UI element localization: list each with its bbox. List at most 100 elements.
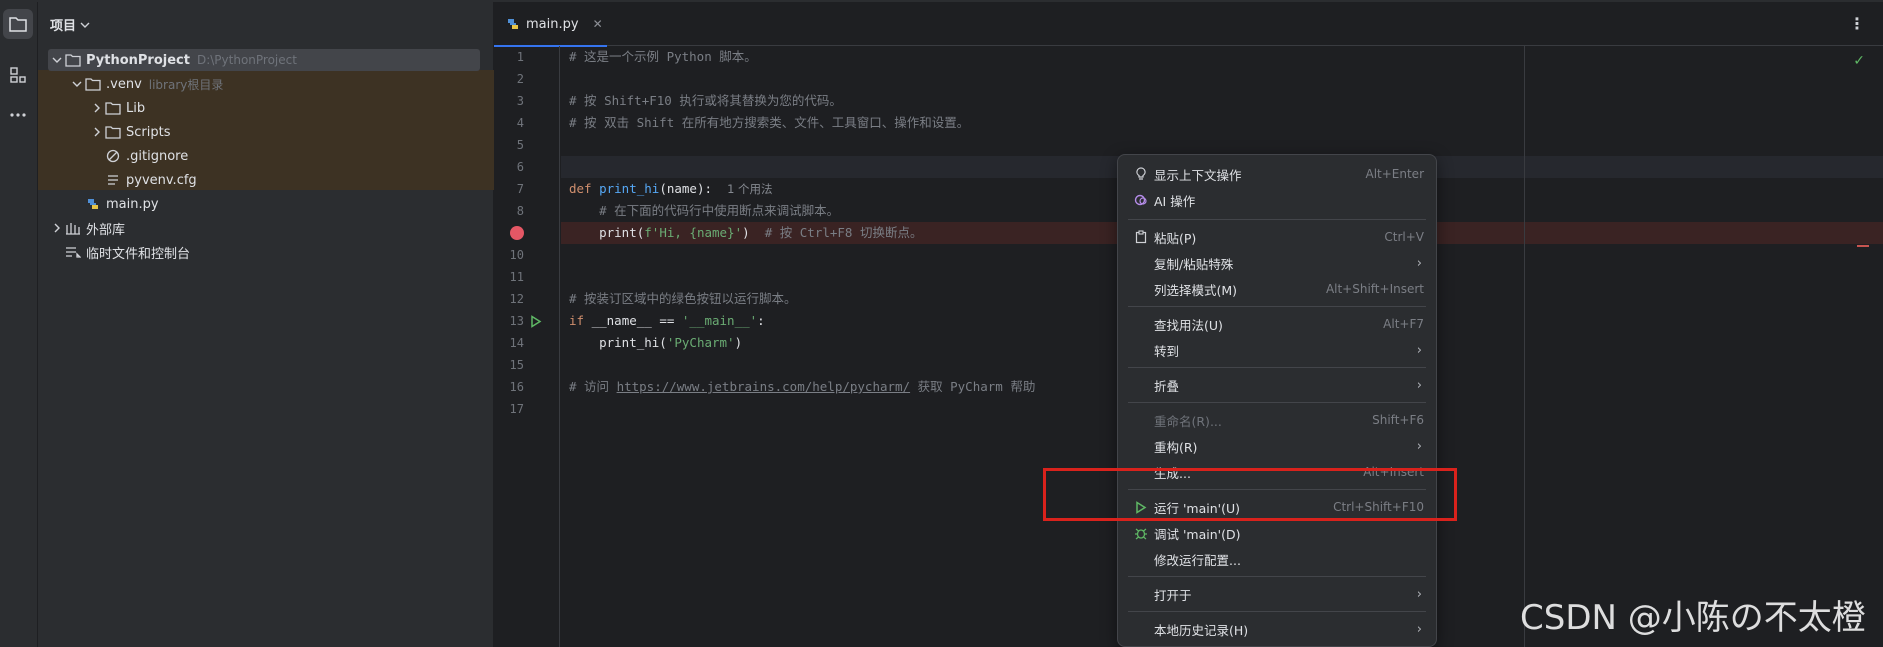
menu-item-ai-actions[interactable]: AI 操作 — [1124, 187, 1430, 213]
tree-item-scripts[interactable]: Scripts — [38, 120, 494, 144]
menu-item-refactor[interactable]: 重构(R) › — [1124, 433, 1430, 459]
project-panel-header[interactable]: 项目 — [50, 15, 90, 34]
chevron-right-icon[interactable] — [50, 223, 64, 233]
no-problems-check-icon[interactable]: ✓ — [1853, 53, 1865, 69]
breakpoint-icon[interactable] — [510, 226, 524, 240]
code-comment: # 按 Shift+F10 执行或将其替换为您的代码。 — [569, 93, 842, 108]
code-text: : — [757, 313, 765, 328]
menu-item-label: AI 操作 — [1154, 193, 1196, 209]
tree-item-pyvenv-cfg[interactable]: pyvenv.cfg — [38, 168, 494, 192]
menu-item-shortcut: Alt+Shift+Insert — [1325, 282, 1424, 296]
tree-item-lib[interactable]: Lib — [38, 96, 494, 120]
folder-icon — [64, 53, 82, 67]
line-number: 14 — [509, 336, 524, 350]
chevron-right-icon: › — [1416, 438, 1422, 454]
menu-item-folding[interactable]: 折叠 › — [1124, 372, 1430, 398]
code-comment: # 按 Ctrl+F8 切换断点。 — [749, 225, 923, 240]
menu-item-label: 复制/粘贴特殊 — [1154, 256, 1234, 272]
menu-item-copy-paste-special[interactable]: 复制/粘贴特殊 › — [1124, 250, 1430, 276]
code-text: print( — [569, 225, 645, 240]
config-file-icon — [104, 173, 122, 187]
line-number: 8 — [516, 204, 524, 218]
tree-item-path: D:\PythonProject — [196, 53, 297, 67]
structure-icon — [10, 67, 26, 83]
tree-item-external-libraries[interactable]: 外部库 — [38, 216, 494, 240]
menu-separator — [1128, 402, 1426, 403]
menu-item-column-selection[interactable]: 列选择模式(M) Alt+Shift+Insert — [1124, 276, 1430, 302]
line-number: 3 — [516, 94, 524, 108]
usages-inlay-hint[interactable]: 1 个用法 — [727, 182, 772, 196]
line-number: 1 — [516, 50, 524, 64]
tab-main-py[interactable]: main.py ✕ — [494, 2, 607, 47]
code-line[interactable]: # 按 双击 Shift 在所有地方搜索类、文件、工具窗口、操作和设置。 — [561, 112, 1883, 134]
run-gutter-icon[interactable] — [530, 315, 542, 328]
code-comment: # 按 双击 Shift 在所有地方搜索类、文件、工具窗口、操作和设置。 — [569, 115, 970, 130]
menu-item-paste[interactable]: 粘贴(P) Ctrl+V — [1124, 224, 1430, 250]
tree-item-venv[interactable]: .venv library根目录 — [38, 72, 494, 96]
chevron-down-icon — [80, 22, 90, 28]
project-panel-title: 项目 — [50, 19, 77, 34]
menu-item-label: 重构(R) — [1154, 439, 1198, 455]
project-panel: 项目 PythonProject D:\PythonProject .venv … — [38, 2, 494, 647]
code-line[interactable]: # 这是一个示例 Python 脚本。 — [561, 46, 1883, 68]
menu-item-go-to[interactable]: 转到 › — [1124, 337, 1430, 363]
more-icon — [10, 113, 26, 117]
menu-item-label: 打开于 — [1154, 587, 1192, 603]
chevron-right-icon: › — [1416, 342, 1422, 358]
chevron-down-icon[interactable] — [50, 56, 64, 64]
chevron-right-icon: › — [1416, 377, 1422, 393]
menu-item-label: 调试 'main'(D) — [1154, 526, 1241, 542]
line-number: 15 — [509, 358, 524, 372]
right-margin-guide — [1524, 46, 1525, 647]
chevron-right-icon[interactable] — [90, 127, 104, 137]
python-file-icon — [84, 197, 102, 211]
line-number: 5 — [516, 138, 524, 152]
menu-item-open-in[interactable]: 打开于 › — [1124, 581, 1430, 607]
code-text: __name__ == — [584, 313, 682, 328]
line-number: 2 — [516, 72, 524, 86]
menu-item-label: 重命名(R)... — [1154, 413, 1222, 429]
menu-item-rename[interactable]: 重命名(R)... Shift+F6 — [1124, 407, 1430, 433]
menu-separator — [1128, 367, 1426, 368]
help-link[interactable]: https://www.jetbrains.com/help/pycharm/ — [617, 379, 911, 394]
menu-item-find-usages[interactable]: 查找用法(U) Alt+F7 — [1124, 311, 1430, 337]
tree-item-gitignore[interactable]: .gitignore — [38, 144, 494, 168]
project-tool-button[interactable] — [3, 9, 33, 39]
tree-item-label: main.py — [106, 196, 159, 212]
debug-bug-icon — [1130, 526, 1152, 540]
tree-item-main-py[interactable]: main.py — [38, 192, 494, 216]
code-string: 'PyCharm' — [666, 335, 735, 350]
menu-item-label: 查找用法(U) — [1154, 317, 1223, 333]
menu-item-shortcut: Ctrl+V — [1384, 230, 1424, 244]
menu-item-label: 折叠 — [1154, 378, 1180, 394]
code-comment: # 这是一个示例 Python 脚本。 — [569, 49, 757, 64]
menu-item-local-history[interactable]: 本地历史记录(H) › — [1124, 616, 1430, 642]
more-tools-button[interactable] — [3, 100, 33, 130]
menu-item-debug-main[interactable]: 调试 'main'(D) — [1124, 520, 1430, 546]
menu-item-shortcut: Shift+F6 — [1372, 413, 1424, 427]
code-text: ) — [734, 335, 743, 350]
editor-gutter[interactable]: 1 2 3 4 5 6 7 8 10 11 12 13 14 15 16 17 — [494, 46, 560, 647]
code-comment: # 访问 — [569, 379, 617, 394]
line-number: 16 — [509, 380, 524, 394]
tree-item-label: 临时文件和控制台 — [86, 246, 191, 262]
menu-separator — [1128, 306, 1426, 307]
code-line[interactable]: # 按 Shift+F10 执行或将其替换为您的代码。 — [561, 90, 1883, 112]
tree-item-label: PythonProject — [86, 52, 190, 68]
scratches-icon — [64, 245, 82, 259]
menu-item-show-context-actions[interactable]: 显示上下文操作 Alt+Enter — [1124, 161, 1430, 187]
activity-bar — [0, 2, 38, 647]
tree-item-pythonproject[interactable]: PythonProject D:\PythonProject — [38, 48, 494, 72]
tree-item-scratches[interactable]: 临时文件和控制台 — [38, 240, 494, 264]
chevron-down-icon[interactable] — [70, 80, 84, 88]
line-number: 6 — [516, 160, 524, 174]
menu-item-modify-run-config[interactable]: 修改运行配置... — [1124, 546, 1430, 572]
error-stripe-mark[interactable] — [1857, 245, 1869, 247]
chevron-right-icon[interactable] — [90, 103, 104, 113]
menu-item-label: 显示上下文操作 — [1154, 167, 1242, 183]
structure-tool-button[interactable] — [3, 60, 33, 90]
watermark: CSDN @小陈の不太橙 — [1520, 598, 1866, 638]
close-icon[interactable]: ✕ — [593, 17, 603, 31]
menu-item-shortcut: Alt+Enter — [1365, 167, 1424, 181]
more-options-icon[interactable]: ⋮ — [1849, 14, 1865, 33]
